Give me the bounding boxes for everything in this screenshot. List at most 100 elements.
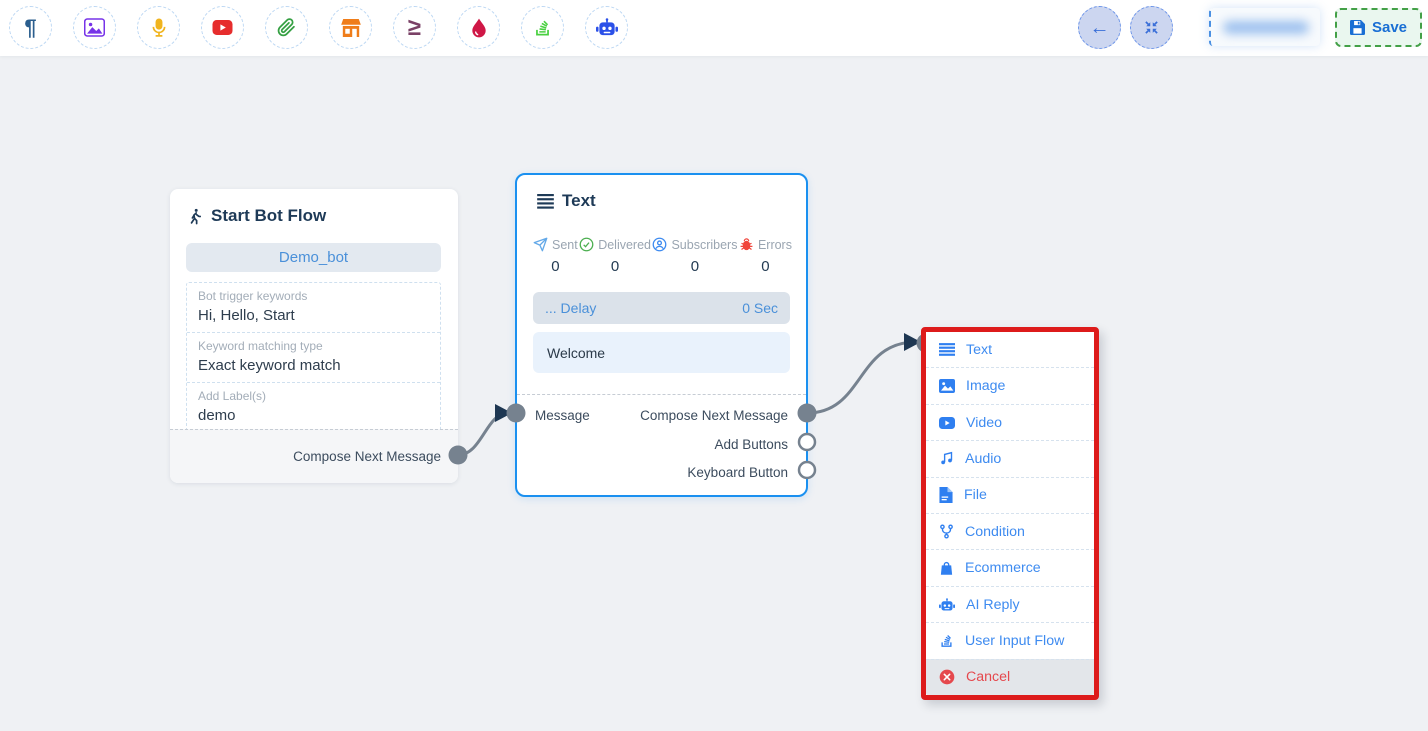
start-node-title: Start Bot Flow	[187, 206, 326, 226]
field-value: Exact keyword match	[198, 356, 429, 375]
start-node-footer: Compose Next Message	[170, 429, 458, 483]
text-node-title-text: Text	[562, 191, 596, 211]
compose-next-message-port-label: Compose Next Message	[640, 408, 788, 423]
menu-item-label: Cancel	[966, 669, 1010, 685]
fit-view-button[interactable]	[1130, 6, 1173, 49]
hamburger-icon	[537, 194, 554, 209]
menu-item-label: Image	[966, 378, 1005, 394]
toolbar-greater-equal-button[interactable]: ≥	[393, 6, 436, 49]
menu-item-image[interactable]: Image	[926, 367, 1094, 403]
add-buttons-port-label: Add Buttons	[714, 437, 788, 452]
store-icon	[341, 19, 361, 37]
stat-delivered: Delivered 0	[579, 237, 651, 275]
menu-item-label: AI Reply	[966, 597, 1020, 613]
keyboard-button-port-label: Keyboard Button	[687, 465, 788, 480]
video-icon	[939, 417, 955, 429]
stat-sent: Sent 0	[533, 237, 578, 275]
toolbar-youtube-button[interactable]	[201, 6, 244, 49]
paperclip-icon	[277, 18, 296, 37]
compress-icon	[1144, 20, 1159, 35]
menu-item-ai-reply[interactable]: AI Reply	[926, 586, 1094, 622]
greater-equal-icon: ≥	[408, 16, 421, 40]
stat-value: 0	[551, 258, 559, 275]
walking-person-icon	[187, 207, 204, 226]
arrow-left-icon: ←	[1090, 18, 1110, 38]
menu-item-text[interactable]: Text	[926, 332, 1094, 367]
stat-label: Delivered	[598, 238, 651, 252]
toolbar-drop-button[interactable]	[457, 6, 500, 49]
toolbar-store-button[interactable]	[329, 6, 372, 49]
image-icon	[84, 18, 105, 37]
audio-icon	[939, 451, 954, 466]
paragraph-icon: ¶	[24, 17, 36, 39]
menu-item-file[interactable]: File	[926, 477, 1094, 513]
stat-value: 0	[611, 258, 619, 275]
wire-start-to-text	[458, 413, 508, 455]
field-value: Hi, Hello, Start	[198, 306, 429, 325]
field-keyword-matching-type[interactable]: Keyword matching type Exact keyword matc…	[187, 332, 440, 382]
add-node-context-menu: Text Image Video Audio File Condition Ec…	[921, 327, 1099, 700]
field-bot-trigger-keywords[interactable]: Bot trigger keywords Hi, Hello, Start	[187, 283, 440, 332]
message-input-port-label: Message	[535, 408, 590, 423]
toolbar-paperclip-button[interactable]	[265, 6, 308, 49]
text-message-node[interactable]: Text Sent 0 Delivered 0 Subscr	[515, 173, 808, 497]
compose-next-message-port-label: Compose Next Message	[293, 449, 441, 464]
text-node-stats: Sent 0 Delivered 0 Subscribers 0	[533, 237, 792, 275]
ai-reply-icon	[939, 598, 955, 612]
toolbar-paragraph-button[interactable]: ¶	[9, 6, 52, 49]
menu-item-label: File	[964, 487, 987, 503]
stack-icon	[533, 18, 552, 37]
start-node-title-text: Start Bot Flow	[211, 206, 326, 226]
menu-item-ecommerce[interactable]: Ecommerce	[926, 549, 1094, 585]
save-label: Save	[1372, 19, 1407, 36]
delay-value: 0 Sec	[742, 300, 778, 316]
save-button[interactable]: Save	[1335, 8, 1422, 47]
menu-item-audio[interactable]: Audio	[926, 440, 1094, 476]
menu-item-video[interactable]: Video	[926, 404, 1094, 440]
youtube-icon	[212, 20, 233, 35]
stat-label: Subscribers	[671, 238, 737, 252]
start-bot-flow-node[interactable]: Start Bot Flow Demo_bot Bot trigger keyw…	[170, 189, 458, 483]
paper-plane-icon	[533, 237, 548, 252]
stat-errors: Errors 0	[739, 237, 792, 275]
top-toolbar: ¶ ≥ ← Save	[0, 0, 1428, 56]
stat-subscribers: Subscribers 0	[652, 237, 737, 275]
delay-label: ... Delay	[545, 300, 596, 316]
ecommerce-icon	[939, 561, 954, 576]
start-node-fields: Bot trigger keywords Hi, Hello, Start Ke…	[186, 282, 441, 433]
bug-icon	[739, 237, 754, 252]
toolbar-image-button[interactable]	[73, 6, 116, 49]
arrowhead-icon	[904, 333, 921, 351]
menu-item-user-input-flow[interactable]: User Input Flow	[926, 622, 1094, 658]
toolbar-microphone-button[interactable]	[137, 6, 180, 49]
cancel-icon	[939, 669, 955, 685]
redacted-label	[1223, 21, 1309, 34]
drop-icon	[471, 18, 487, 38]
field-value: demo	[198, 406, 429, 425]
subscriber-icon	[652, 237, 667, 252]
redacted-button[interactable]	[1209, 8, 1320, 46]
user-input-flow-icon	[939, 633, 954, 648]
menu-item-cancel[interactable]: Cancel	[926, 659, 1094, 695]
microphone-icon	[150, 18, 168, 38]
flow-canvas[interactable]: Start Bot Flow Demo_bot Bot trigger keyw…	[0, 0, 1428, 731]
arrowhead-icon	[495, 404, 512, 422]
menu-item-label: Text	[966, 342, 992, 358]
toolbar-stack-button[interactable]	[521, 6, 564, 49]
node-divider	[517, 394, 806, 395]
text-node-header: Text	[537, 191, 596, 211]
menu-item-label: Condition	[965, 524, 1025, 540]
file-icon	[939, 487, 953, 503]
condition-icon	[939, 524, 954, 539]
message-text-input[interactable]: Welcome	[533, 332, 790, 373]
menu-item-condition[interactable]: Condition	[926, 513, 1094, 549]
menu-item-label: Video	[966, 415, 1002, 431]
delay-setting[interactable]: ... Delay 0 Sec	[533, 292, 790, 324]
field-label: Bot trigger keywords	[198, 289, 429, 304]
stat-value: 0	[691, 258, 699, 275]
bot-name-button[interactable]: Demo_bot	[186, 243, 441, 272]
back-button[interactable]: ←	[1078, 6, 1121, 49]
text-icon	[939, 343, 955, 356]
toolbar-robot-button[interactable]	[585, 6, 628, 49]
field-add-labels[interactable]: Add Label(s) demo	[187, 382, 440, 432]
